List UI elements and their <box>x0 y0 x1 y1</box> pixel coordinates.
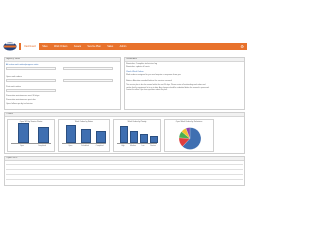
nav-item-sites[interactable]: Sites <box>39 43 51 50</box>
panel-title: Agency Totals <box>5 58 120 63</box>
x-tick-label: High <box>121 145 125 147</box>
x-tick-label: Scheduled <box>81 145 89 147</box>
x-tick-label: Low <box>141 145 145 147</box>
bar-completed[interactable] <box>37 127 49 143</box>
bar-scheduled[interactable] <box>80 129 92 143</box>
x-tick-label: Completed <box>95 145 104 147</box>
chart-4: Open Work Orders by Technician <box>164 119 214 152</box>
chart-title: Work Orders by Status <box>74 121 94 123</box>
totals-field <box>6 79 56 82</box>
reminder-line: Reminder: Complete technician log <box>126 63 158 65</box>
main-navbar: Dashboard Sites Work Orders Assets Service P… <box>19 43 247 50</box>
company-logo[interactable] <box>3 42 17 51</box>
nav-items: Dashboard Sites Work Orders Assets Service P… <box>19 43 130 50</box>
totals-field <box>6 66 56 70</box>
x-tick-label: Routine <box>150 145 156 147</box>
panel-title: Charts <box>5 113 244 118</box>
bar-open[interactable] <box>66 125 77 143</box>
totals-field <box>6 89 56 92</box>
bar-low[interactable] <box>140 133 148 143</box>
x-tick-label: Open <box>68 145 73 147</box>
notice-text: Contact the office if you have questions… <box>126 89 168 91</box>
chart-title: Open WO by Service Status <box>19 121 43 123</box>
nav-item-dashboard[interactable]: Dashboard <box>21 43 40 50</box>
bar-completed[interactable] <box>95 131 106 143</box>
open-wos-panel: Open WOs <box>4 156 245 186</box>
nav-item-work-orders[interactable]: Work Orders <box>51 43 71 50</box>
footer-line[interactable]: Open follow-ups by technician <box>6 103 33 105</box>
chart-1: Open WO by Service Status Open Completed <box>7 119 55 152</box>
bar-high[interactable] <box>120 126 128 143</box>
nav-item-assets[interactable]: Assets <box>71 43 85 50</box>
totals-line[interactable]: All active work orders/progress visits <box>6 64 38 66</box>
chart-title: Work Orders by Priority <box>127 121 147 123</box>
nav-item-admin[interactable]: Admin <box>116 43 129 50</box>
chart-2: Work Orders by Status Open Scheduled Comple… <box>58 119 110 152</box>
chart-3: Work Orders by Priority High Medium Low Rout… <box>113 119 161 152</box>
reminder-line: Reminder: update all costs <box>126 66 150 68</box>
totals-line: Open work orders <box>6 76 22 78</box>
x-tick-label: Medium <box>130 145 136 147</box>
x-tick-label: Open <box>20 145 24 147</box>
pie-chart <box>178 127 202 150</box>
footer-line[interactable]: Preventive maintenance next 30 days <box>6 95 39 97</box>
panel-title: Open WOs <box>5 157 244 162</box>
totals-field <box>63 79 113 82</box>
bar-medium[interactable] <box>130 131 138 143</box>
reminder-line: Work orders assigned to you and require … <box>126 74 181 76</box>
panel-title: Reminders <box>125 58 244 63</box>
nav-item-sales[interactable]: Sales <box>104 43 116 50</box>
nav-item-service-plan[interactable]: Service Plan <box>84 43 104 50</box>
footer-line[interactable]: Preventive maintenance past due <box>6 99 36 101</box>
settings-gear-icon[interactable]: ⚙ <box>240 43 244 50</box>
totals-line: Past work orders <box>6 86 22 88</box>
reminder-line[interactable]: Check Work Orders <box>126 71 144 73</box>
x-tick-label: Completed <box>38 145 46 147</box>
notice-title: Notice: Attention needed before the serv… <box>126 80 172 82</box>
totals-field <box>63 66 113 70</box>
bar-open[interactable] <box>17 123 29 143</box>
